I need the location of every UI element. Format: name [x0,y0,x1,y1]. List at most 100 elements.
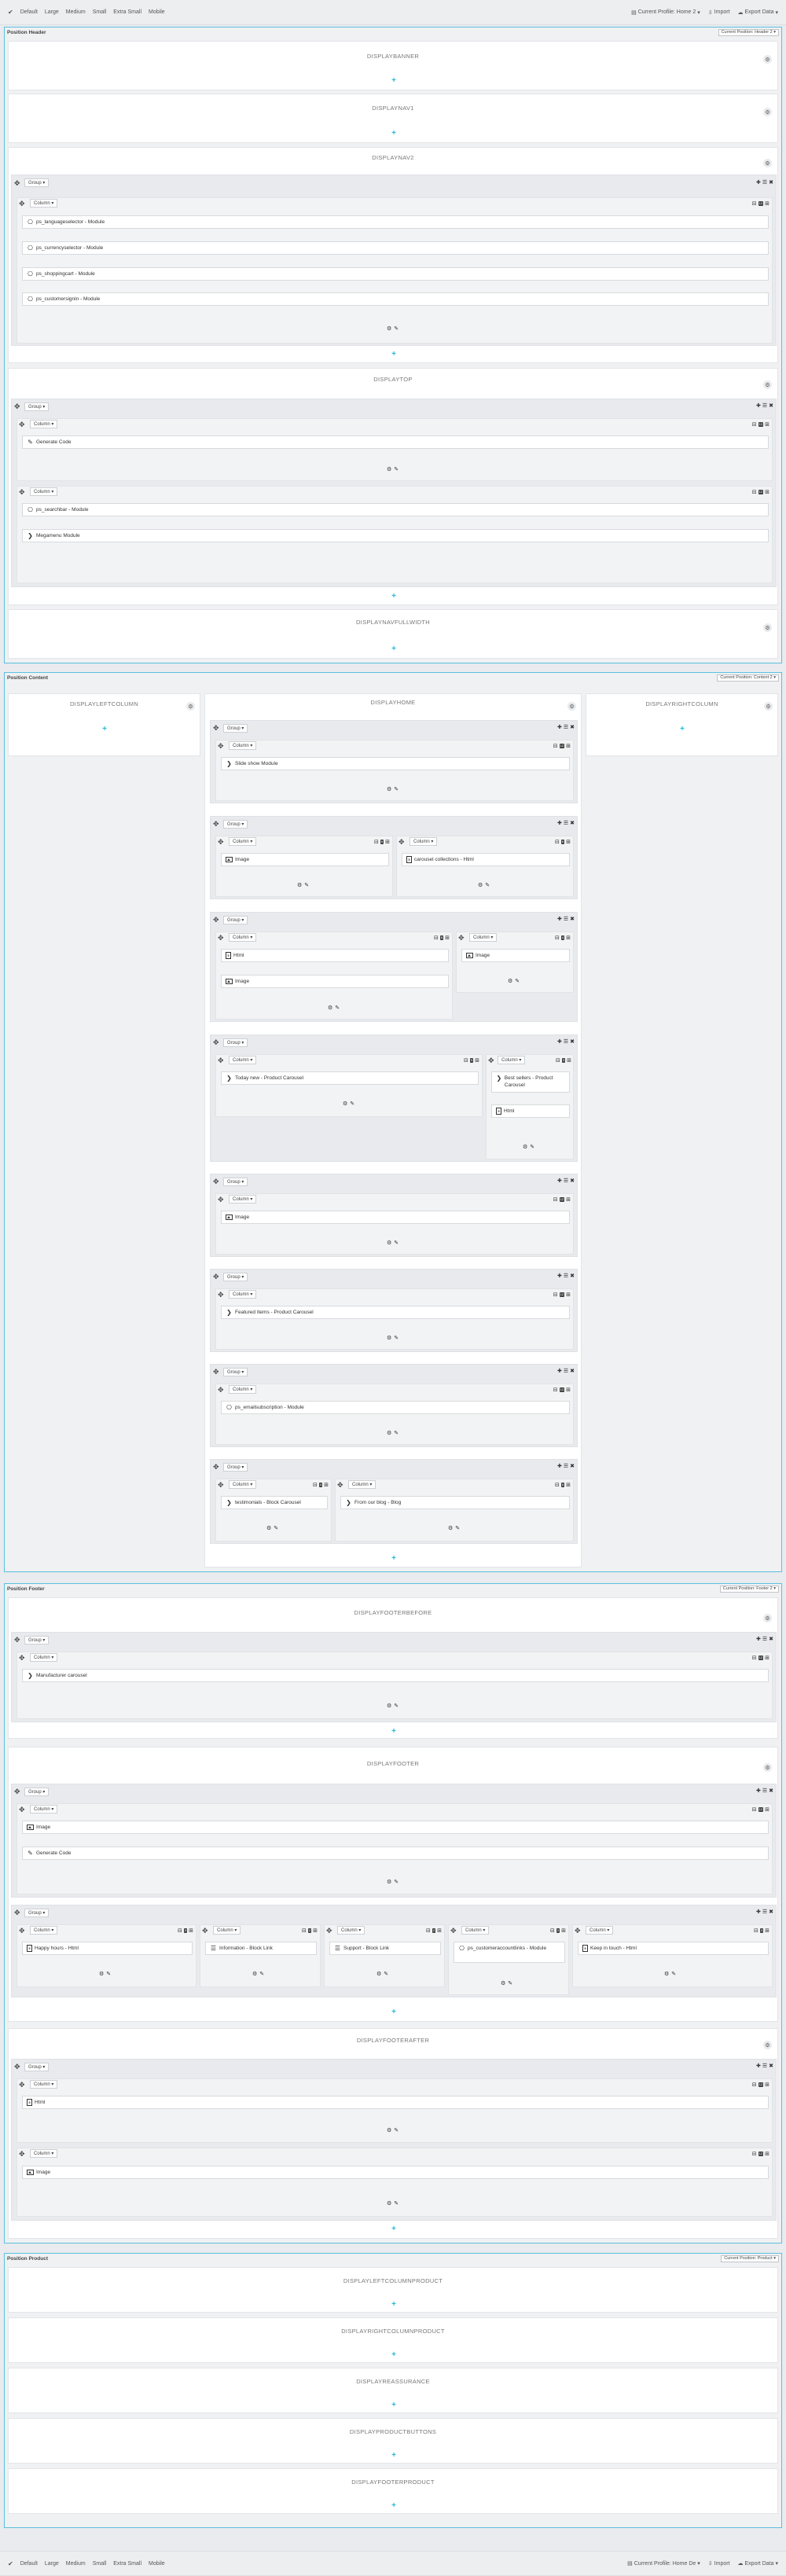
group-dropdown[interactable]: Group ▾ [24,1636,50,1644]
close-icon[interactable]: ✖ [769,2063,773,2069]
minus-icon[interactable]: ⊟ [553,1292,558,1298]
width-badge[interactable]: 2 [307,1928,312,1933]
column-dropdown[interactable]: Column ▾ [469,933,498,942]
move-icon[interactable]: ✥ [14,2063,20,2071]
pencil-icon[interactable]: ✎ [394,1430,399,1436]
module-languageselector[interactable]: ⎔ ps_languageselector - Module [22,215,769,229]
column-dropdown[interactable]: Column ▾ [229,1385,257,1394]
module-carousel-collections[interactable]: 5 carousel collections - Html [402,853,570,866]
pencil-icon[interactable]: ✎ [508,1980,512,1986]
pencil-icon[interactable]: ✎ [530,1144,534,1150]
minus-icon[interactable]: ⊟ [313,1482,318,1488]
column-dropdown[interactable]: Column ▾ [30,1805,58,1813]
column-dropdown[interactable]: Column ▾ [229,1290,257,1299]
pencil-icon[interactable]: ✎ [394,2127,399,2133]
close-icon[interactable]: ✖ [769,1636,773,1642]
close-icon[interactable]: ✖ [570,724,575,730]
module-html[interactable]: 5 Html [22,2096,769,2109]
minus-icon[interactable]: ⊟ [752,421,757,428]
group-dropdown[interactable]: Group ▾ [24,402,50,411]
pencil-icon[interactable]: ✎ [515,978,520,984]
move-icon[interactable]: ✥ [14,403,20,410]
add-group-plus-icon[interactable]: + [678,726,686,733]
module-image[interactable]: Image [221,975,449,988]
plus-icon[interactable]: ✚ [557,820,562,826]
plus-icon[interactable]: ⊞ [189,1927,193,1934]
gear-icon[interactable]: ⚙ [387,325,391,332]
gear-icon[interactable]: ⚙ [387,2200,391,2207]
pencil-icon[interactable]: ✎ [671,1971,676,1977]
width-badge[interactable]: 12 [758,1807,764,1812]
column-dropdown[interactable]: Column ▾ [337,1926,365,1935]
position-selector[interactable]: Current Position: Footer 2 ▾ [719,1585,779,1593]
module-keep-in-touch[interactable]: 5 Keep in touch - Html [578,1942,769,1955]
move-icon[interactable]: ✥ [218,1387,224,1394]
list-icon[interactable]: ☰ [564,1038,568,1045]
gear-icon[interactable]: ⚙ [763,1614,772,1622]
width-badge[interactable]: 8 [560,1483,565,1487]
minus-icon[interactable]: ⊟ [752,2151,757,2157]
plus-icon[interactable]: ⊞ [765,2151,769,2157]
close-icon[interactable]: ✖ [570,820,575,826]
list-icon[interactable]: ☰ [762,1636,767,1642]
move-icon[interactable]: ✥ [14,1788,20,1795]
gear-icon[interactable]: ⚙ [376,1971,381,1977]
position-selector[interactable]: Current Position: Content 2 ▾ [717,674,779,682]
move-icon[interactable]: ✥ [202,1927,208,1935]
device-extra-small[interactable]: Extra Small [113,9,141,15]
add-group-plus-icon[interactable]: + [390,1728,398,1736]
list-icon[interactable]: ☰ [564,1368,568,1374]
minus-icon[interactable]: ⊟ [374,839,379,845]
plus-icon[interactable]: ⊞ [566,1387,571,1393]
width-badge[interactable]: 12 [758,2152,764,2156]
module-today-new[interactable]: ❯ Today new - Product Carousel [221,1071,479,1085]
minus-icon[interactable]: ⊟ [302,1927,307,1934]
move-icon[interactable]: ✥ [213,917,219,924]
move-icon[interactable]: ✥ [218,1482,224,1489]
width-badge[interactable]: 6 [560,840,565,844]
gear-icon[interactable]: ⚙ [448,1525,453,1531]
minus-icon[interactable]: ⊟ [752,2082,757,2088]
position-selector[interactable]: Current Position: Product ▾ [721,2254,779,2262]
module-customeraccountlinks[interactable]: ⎔ ps_customeraccountlinks - Module [454,1942,565,1963]
list-icon[interactable]: ☰ [564,916,568,922]
move-icon[interactable]: ✥ [213,725,219,732]
module-image[interactable]: Image [221,1211,570,1224]
add-group-plus-icon[interactable]: + [390,351,398,358]
gear-icon[interactable]: ⚙ [343,1101,347,1107]
gear-icon[interactable]: ⚙ [478,882,483,888]
column-dropdown[interactable]: Column ▾ [30,1653,58,1662]
minus-icon[interactable]: ⊟ [752,1655,757,1661]
column-dropdown[interactable]: Column ▾ [229,1480,257,1489]
plus-icon[interactable]: ✚ [756,2063,761,2069]
module-from-our-blog[interactable]: ❯ From our blog - Blog [340,1496,570,1509]
plus-icon[interactable]: ⊞ [765,421,769,428]
group-dropdown[interactable]: Group ▾ [24,1909,50,1917]
plus-icon[interactable]: ⊞ [765,2082,769,2088]
group-dropdown[interactable]: Group ▾ [223,1273,248,1281]
move-icon[interactable]: ✥ [19,2151,25,2158]
device-default[interactable]: Default [20,9,38,15]
plus-icon[interactable]: ✚ [557,1273,562,1279]
gear-icon[interactable]: ⚙ [763,623,772,632]
profile-selector[interactable]: ▤ Current Profile: Home De ▾ [627,2560,700,2567]
move-icon[interactable]: ✥ [14,1637,20,1644]
plus-icon[interactable]: ⊞ [566,839,571,845]
module-html[interactable]: 5 Html [221,949,449,962]
gear-icon[interactable]: ⚙ [567,702,576,711]
gear-icon[interactable]: ⚙ [763,1763,772,1772]
move-icon[interactable]: ✥ [14,180,20,187]
move-icon[interactable]: ✥ [575,1927,581,1935]
module-best-sellers[interactable]: ❯ Best sellers - Product Carousel [491,1071,570,1093]
plus-icon[interactable]: ⊞ [437,1927,442,1934]
move-icon[interactable]: ✥ [399,839,405,846]
pencil-icon[interactable]: ✎ [485,882,490,888]
add-group-plus-icon[interactable]: + [390,2452,398,2460]
group-dropdown[interactable]: Group ▾ [223,1463,248,1472]
list-icon[interactable]: ☰ [762,179,767,186]
group-dropdown[interactable]: Group ▾ [24,1788,50,1796]
move-icon[interactable]: ✥ [213,1369,219,1376]
move-icon[interactable]: ✥ [19,489,25,496]
width-badge[interactable]: 4 [318,1483,323,1487]
module-html[interactable]: 5 Html [491,1104,570,1118]
